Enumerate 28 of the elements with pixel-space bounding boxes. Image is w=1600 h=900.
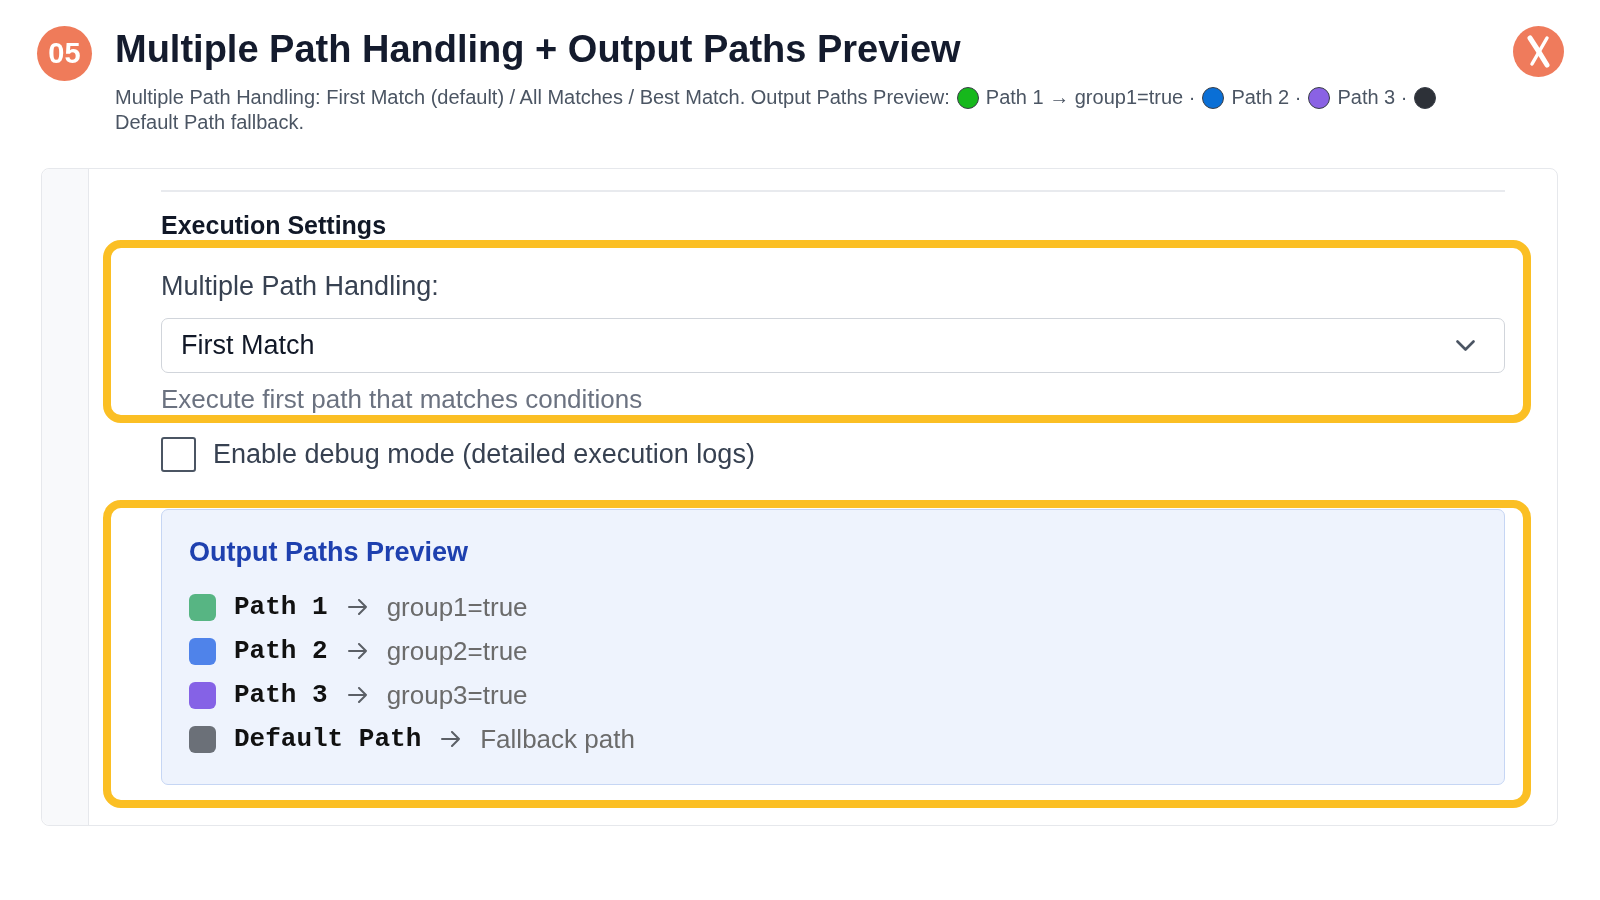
subtitle-text: Path 3 · (1337, 85, 1408, 110)
arrow-right-icon (441, 731, 462, 747)
path-name: Path 3 (234, 680, 328, 710)
path-condition: group1=true (386, 591, 528, 623)
arrow-right-icon (347, 643, 368, 659)
path-name: Path 1 (234, 592, 328, 622)
path-condition: group2=true (386, 635, 528, 667)
path-name: Default Path (234, 724, 422, 754)
help-text: Execute first path that matches conditions (161, 384, 644, 414)
arrow-right-icon (347, 599, 368, 615)
arrow-right-icon (347, 687, 368, 703)
subtitle-text: Path 1 → group1=true · (985, 85, 1196, 110)
field-label: Multiple Path Handling: (161, 270, 440, 302)
path-condition: group3=true (386, 679, 528, 711)
subtitle-text: Default Path fallback. (115, 110, 304, 135)
subtitle-text: Multiple Path Handling: First Match (default) / All Matches / Best Match. Output Paths Preview: (115, 85, 950, 110)
checkbox-label: Enable debug mode (detailed execution logs) (213, 438, 755, 471)
path-handling-select[interactable]: First Match (161, 318, 1505, 373)
page-title: Multiple Path Handling + Output Paths Preview (115, 27, 962, 72)
step-badge: 05 (37, 26, 92, 81)
subtitle-text: Path 2 · (1231, 85, 1302, 110)
debug-mode-checkbox[interactable] (161, 437, 196, 472)
path-name: Path 2 (234, 636, 328, 666)
preview-title: Output Paths Preview (189, 536, 470, 568)
chevron-down-icon (1456, 340, 1475, 351)
path-condition: Fallback path (480, 723, 635, 755)
x-logo-icon (1513, 26, 1564, 77)
section-heading: Execution Settings (161, 212, 388, 239)
